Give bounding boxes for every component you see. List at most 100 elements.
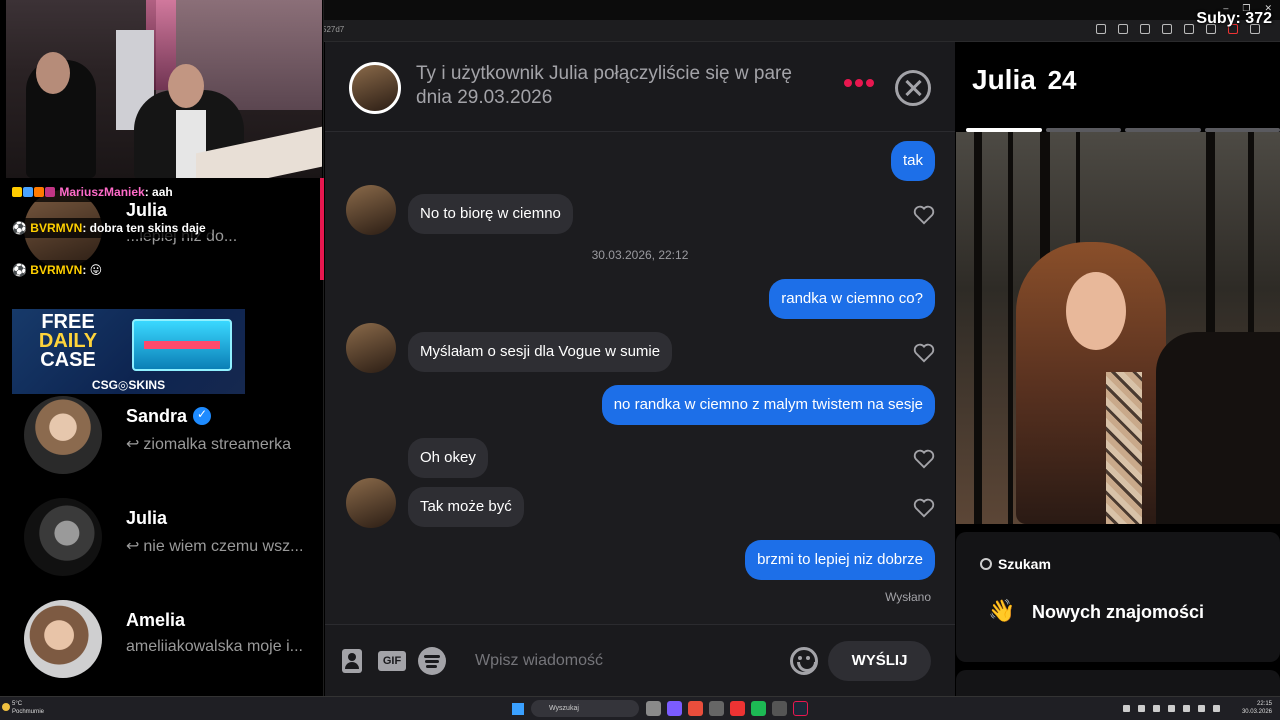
app-icon[interactable] xyxy=(772,701,787,716)
reply-icon: ↩ xyxy=(126,436,140,453)
screen: – ❐ ✕ 527d7 Suby: 372 Julia ...lepiej ni… xyxy=(0,0,1280,720)
steam-icon[interactable] xyxy=(793,701,808,716)
contact-card-icon[interactable] xyxy=(342,649,362,673)
avatar[interactable] xyxy=(346,323,396,373)
battery-icon[interactable] xyxy=(1213,705,1220,712)
photo-face xyxy=(1066,272,1126,350)
weather-widget[interactable]: 5°C Pochmurnie xyxy=(12,700,44,716)
subscriber-counter: Suby: 372 xyxy=(1196,10,1272,27)
spotify-icon[interactable] xyxy=(418,647,446,675)
search-icon xyxy=(980,558,992,570)
message-timestamp: 30.03.2026, 22:12 xyxy=(591,248,689,262)
avatar[interactable] xyxy=(346,478,396,528)
emoji-icon[interactable] xyxy=(790,647,818,675)
label-text: Szukam xyxy=(998,556,1051,572)
avatar xyxy=(24,396,102,474)
app-icon[interactable] xyxy=(667,701,682,716)
close-conversation-icon[interactable] xyxy=(895,70,931,106)
key-icon[interactable] xyxy=(1118,24,1128,34)
sidebar-item-name: Julia xyxy=(126,508,168,528)
star-icon[interactable] xyxy=(1184,24,1194,34)
task-view-icon[interactable] xyxy=(646,701,661,716)
taskbar-clock[interactable]: 22:15 30.03.2026 xyxy=(1242,700,1272,716)
tray-app-icon[interactable] xyxy=(1138,705,1145,712)
looking-for-label: Szukam xyxy=(980,556,1051,572)
sidebar-item-name: Sandra xyxy=(126,406,212,427)
stream-chat-line: ⚽ BVRMVN: dobra ten skins daje xyxy=(6,218,212,238)
avatar[interactable] xyxy=(346,185,396,235)
app-icon[interactable] xyxy=(730,701,745,716)
profile-panel: Julia 24 Szukam 👋 Nowych znajomości xyxy=(956,42,1280,696)
message-input[interactable] xyxy=(475,643,775,679)
name-text: Sandra xyxy=(126,406,188,426)
cast-icon[interactable] xyxy=(1140,24,1150,34)
avatar xyxy=(24,600,102,678)
more-options-icon[interactable] xyxy=(844,79,874,87)
preview-text: nie wiem czemu wsz... xyxy=(143,538,304,555)
app-icon[interactable] xyxy=(709,701,724,716)
profile-name: Julia 24 xyxy=(972,64,1077,96)
chrome-icon[interactable] xyxy=(688,701,703,716)
sent-status: Wysłano xyxy=(885,590,931,604)
stream-chat-line: ⚽ BVRMVN: 😛 xyxy=(6,260,109,280)
tray-chevron-icon[interactable] xyxy=(1123,705,1130,712)
heart-icon[interactable] xyxy=(913,343,935,363)
heart-icon[interactable] xyxy=(913,449,935,469)
tray-app-icon[interactable] xyxy=(1153,705,1160,712)
story-bar[interactable] xyxy=(1045,128,1121,132)
story-bar[interactable] xyxy=(1204,128,1280,132)
reply-icon: ↩ xyxy=(126,538,140,555)
taskbar-search[interactable]: Wyszukaj xyxy=(531,700,639,717)
ball-badge-icon: ⚽ xyxy=(12,263,27,277)
message-outgoing: randka w ciemno co? xyxy=(769,279,935,319)
sidebar-item-julia[interactable]: Julia ↩ nie wiem czemu wsz... xyxy=(0,484,324,588)
looking-for-value: Nowych znajomości xyxy=(1032,602,1205,622)
address-bar[interactable]: 527d7 xyxy=(322,20,1280,42)
clock-date: 30.03.2026 xyxy=(1241,709,1272,715)
sidebar-item-preview: ameliiakowalska moje i... xyxy=(126,638,303,655)
stream-chat-line: MariuszManiek: aah xyxy=(6,182,179,202)
vip-badge-icon xyxy=(45,187,55,197)
sidebar-item-amelia[interactable]: Amelia ameliiakowalska moje i... xyxy=(0,586,324,690)
webcam-head-right xyxy=(168,64,204,108)
chat-message: : 😛 xyxy=(82,263,103,277)
stream-chat-overlay: MariuszManiek: aah ⚽ BVRMVN: dobra ten s… xyxy=(6,182,322,284)
match-info-text: Ty i użytkownik Julia połączyliście się … xyxy=(416,63,792,108)
weather-temp: 5°C xyxy=(12,701,23,707)
conversation-panel: Ty i użytkownik Julia połączyliście się … xyxy=(325,42,955,696)
webcam-head-left xyxy=(36,52,70,94)
match-avatar[interactable] xyxy=(349,62,401,114)
sidebar-item-name: Amelia xyxy=(126,610,186,630)
url-text[interactable]: 527d7 xyxy=(322,25,344,34)
story-progress xyxy=(966,128,1280,132)
taskbar-apps xyxy=(646,701,808,716)
location-icon[interactable] xyxy=(1096,24,1106,34)
sidebar-item-sandra[interactable]: Sandra ↩ziomalka streamerka xyxy=(0,382,324,486)
chat-username: BVRMVN xyxy=(30,263,83,277)
photo-coat xyxy=(1156,332,1280,524)
profile-photo[interactable] xyxy=(956,132,1280,524)
webcam-overlay xyxy=(6,0,322,178)
tray-app-icon[interactable] xyxy=(1168,705,1175,712)
chat-message: : aah xyxy=(144,185,173,199)
spotify-taskbar-icon[interactable] xyxy=(751,701,766,716)
network-icon[interactable] xyxy=(1183,705,1190,712)
chat-username: BVRMVN xyxy=(30,221,83,235)
crown-badge-icon xyxy=(12,187,22,197)
heart-icon[interactable] xyxy=(913,498,935,518)
sidebar-item-preview: ↩ nie wiem czemu wsz... xyxy=(126,536,312,556)
weather-icon xyxy=(2,703,10,711)
windows-start-icon[interactable] xyxy=(512,703,524,715)
ad-brand: CSG◎SKINS xyxy=(91,378,166,392)
name-text: Julia xyxy=(972,64,1036,95)
volume-icon[interactable] xyxy=(1198,705,1205,712)
gif-button[interactable]: GIF xyxy=(378,651,406,671)
heart-icon[interactable] xyxy=(913,205,935,225)
sidebar-item-preview: ↩ ziomalka streamerka xyxy=(126,434,312,454)
message-outgoing: brzmi to lepiej niz dobrze xyxy=(745,540,935,580)
ad-line: CASE xyxy=(40,349,96,371)
share-icon[interactable] xyxy=(1162,24,1172,34)
send-button[interactable]: WYŚLIJ xyxy=(828,641,931,681)
story-bar[interactable] xyxy=(966,128,1042,132)
story-bar[interactable] xyxy=(1125,128,1201,132)
